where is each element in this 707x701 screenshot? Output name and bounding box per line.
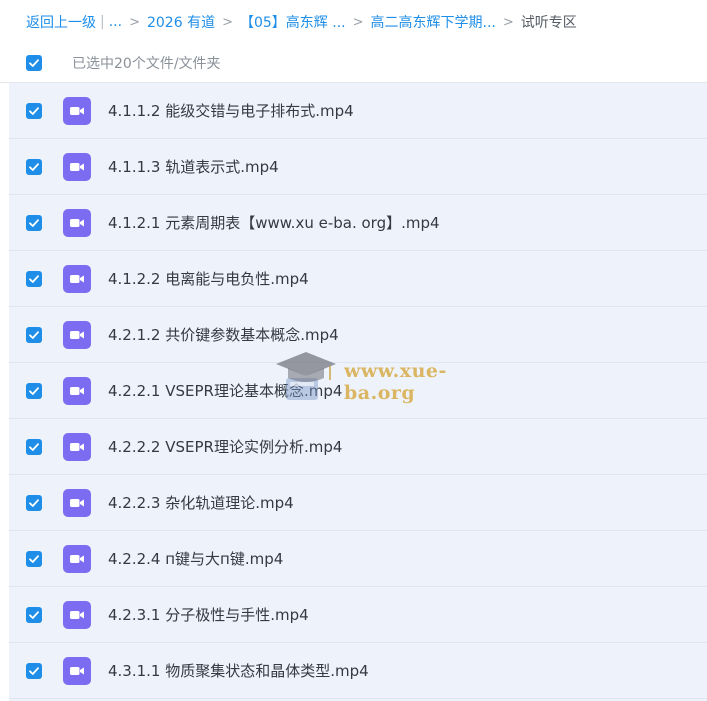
select-all-checkbox[interactable] [26, 55, 42, 71]
breadcrumb-current: 试听专区 [520, 15, 577, 31]
check-icon [29, 106, 39, 115]
video-file-icon [63, 152, 91, 181]
video-file-icon [63, 320, 91, 349]
file-checkbox[interactable] [26, 158, 42, 175]
check-icon [29, 386, 39, 395]
video-file-icon [63, 376, 91, 405]
video-camera-icon [70, 162, 84, 171]
file-name[interactable]: 4.1.1.2 能级交错与电子排布式.mp4 [108, 100, 354, 121]
file-checkbox[interactable] [26, 214, 42, 231]
breadcrumb-item-youdao[interactable]: 2026 有道 [147, 12, 215, 32]
file-name[interactable]: 4.1.1.3 轨道表示式.mp4 [108, 156, 279, 177]
video-camera-icon [70, 274, 84, 283]
file-row[interactable]: 4.2.2.1 VSEPR理论基本概念.mp4 [9, 363, 707, 419]
file-name[interactable]: 4.1.2.1 元素周期表【www.xu e-ba. org】.mp4 [108, 212, 440, 233]
file-name[interactable]: 4.2.3.1 分子极性与手性.mp4 [108, 604, 309, 625]
file-row[interactable]: 4.1.2.1 元素周期表【www.xu e-ba. org】.mp4 [9, 195, 707, 251]
video-camera-icon [70, 554, 84, 563]
file-row[interactable]: 4.1.1.2 能级交错与电子排布式.mp4 [9, 83, 707, 139]
file-name[interactable]: 4.2.2.4 п键与大п键.mp4 [108, 548, 283, 569]
file-checkbox[interactable] [26, 326, 42, 343]
file-name[interactable]: 4.3.1.1 物质聚集状态和晶体类型.mp4 [108, 660, 369, 681]
file-row[interactable]: 4.1.1.3 轨道表示式.mp4 [9, 139, 707, 195]
file-checkbox[interactable] [26, 382, 42, 399]
check-icon [29, 666, 39, 675]
breadcrumb-item-teacher[interactable]: 【05】高东辉 ... [240, 12, 346, 32]
file-name[interactable]: 4.2.2.1 VSEPR理论基本概念.mp4 [108, 380, 342, 401]
selection-count: 已选中20个文件/文件夹 [72, 56, 221, 72]
file-row[interactable]: 4.2.2.2 VSEPR理论实例分析.mp4 [9, 419, 707, 475]
breadcrumb-arrow-icon: > [129, 14, 140, 30]
breadcrumb-arrow-icon: > [352, 14, 364, 30]
video-file-icon [63, 264, 91, 293]
video-file-icon [63, 544, 91, 573]
check-icon [29, 218, 39, 227]
check-icon [29, 498, 39, 507]
check-icon [29, 330, 39, 339]
breadcrumb-arrow-icon: > [222, 14, 233, 30]
file-row[interactable]: 4.3.1.1 物质聚集状态和晶体类型.mp4 [9, 643, 707, 699]
check-icon [29, 442, 39, 451]
file-name[interactable]: 4.2.1.2 共价键参数基本概念.mp4 [108, 324, 339, 345]
file-row[interactable]: 4.2.3.1 分子极性与手性.mp4 [9, 587, 707, 643]
video-camera-icon [70, 666, 84, 675]
breadcrumb-item-semester[interactable]: 高二高东辉下学期... [371, 12, 496, 32]
breadcrumb: 返回上一级 | ... > 2026 有道 > 【05】高东辉 ... > 高二… [0, 0, 707, 44]
file-list: 4.1.1.2 能级交错与电子排布式.mp4 4.1.1.3 轨道表示式.mp4 4… [9, 83, 707, 701]
file-name[interactable]: 4.1.2.2 电离能与电负性.mp4 [108, 268, 309, 289]
video-camera-icon [70, 610, 84, 619]
breadcrumb-ellipsis[interactable]: ... [109, 14, 122, 30]
video-file-icon [63, 600, 91, 629]
breadcrumb-arrow-icon: > [502, 14, 514, 30]
file-name[interactable]: 4.2.2.2 VSEPR理论实例分析.mp4 [108, 436, 342, 457]
file-name[interactable]: 4.2.2.3 杂化轨道理论.mp4 [108, 492, 294, 513]
file-checkbox[interactable] [26, 494, 42, 511]
file-row[interactable]: 4.1.2.2 电离能与电负性.mp4 [9, 251, 707, 307]
file-checkbox[interactable] [26, 270, 42, 287]
breadcrumb-divider: | [100, 14, 105, 30]
file-row[interactable]: 4.2.2.4 п键与大п键.mp4 [9, 531, 707, 587]
check-icon [29, 162, 39, 171]
video-camera-icon [70, 330, 84, 339]
check-icon [29, 554, 39, 563]
check-icon [29, 610, 39, 619]
video-file-icon [63, 656, 91, 685]
video-camera-icon [70, 218, 84, 227]
video-file-icon [63, 432, 91, 461]
file-checkbox[interactable] [26, 662, 42, 679]
video-camera-icon [70, 106, 84, 115]
video-file-icon [63, 208, 91, 237]
check-icon [29, 59, 39, 67]
back-link[interactable]: 返回上一级 [26, 12, 96, 32]
video-file-icon [63, 488, 91, 517]
file-row[interactable]: 4.2.2.3 杂化轨道理论.mp4 [9, 475, 707, 531]
check-icon [29, 274, 39, 283]
video-camera-icon [70, 442, 84, 451]
video-camera-icon [70, 386, 84, 395]
file-checkbox[interactable] [26, 438, 42, 455]
file-checkbox[interactable] [26, 606, 42, 623]
video-file-icon [63, 96, 91, 125]
file-checkbox[interactable] [26, 550, 42, 567]
selection-bar: 已选中20个文件/文件夹 [0, 44, 707, 83]
file-row[interactable]: 4.2.1.2 共价键参数基本概念.mp4 [9, 307, 707, 363]
video-camera-icon [70, 498, 84, 507]
file-checkbox[interactable] [26, 102, 42, 119]
